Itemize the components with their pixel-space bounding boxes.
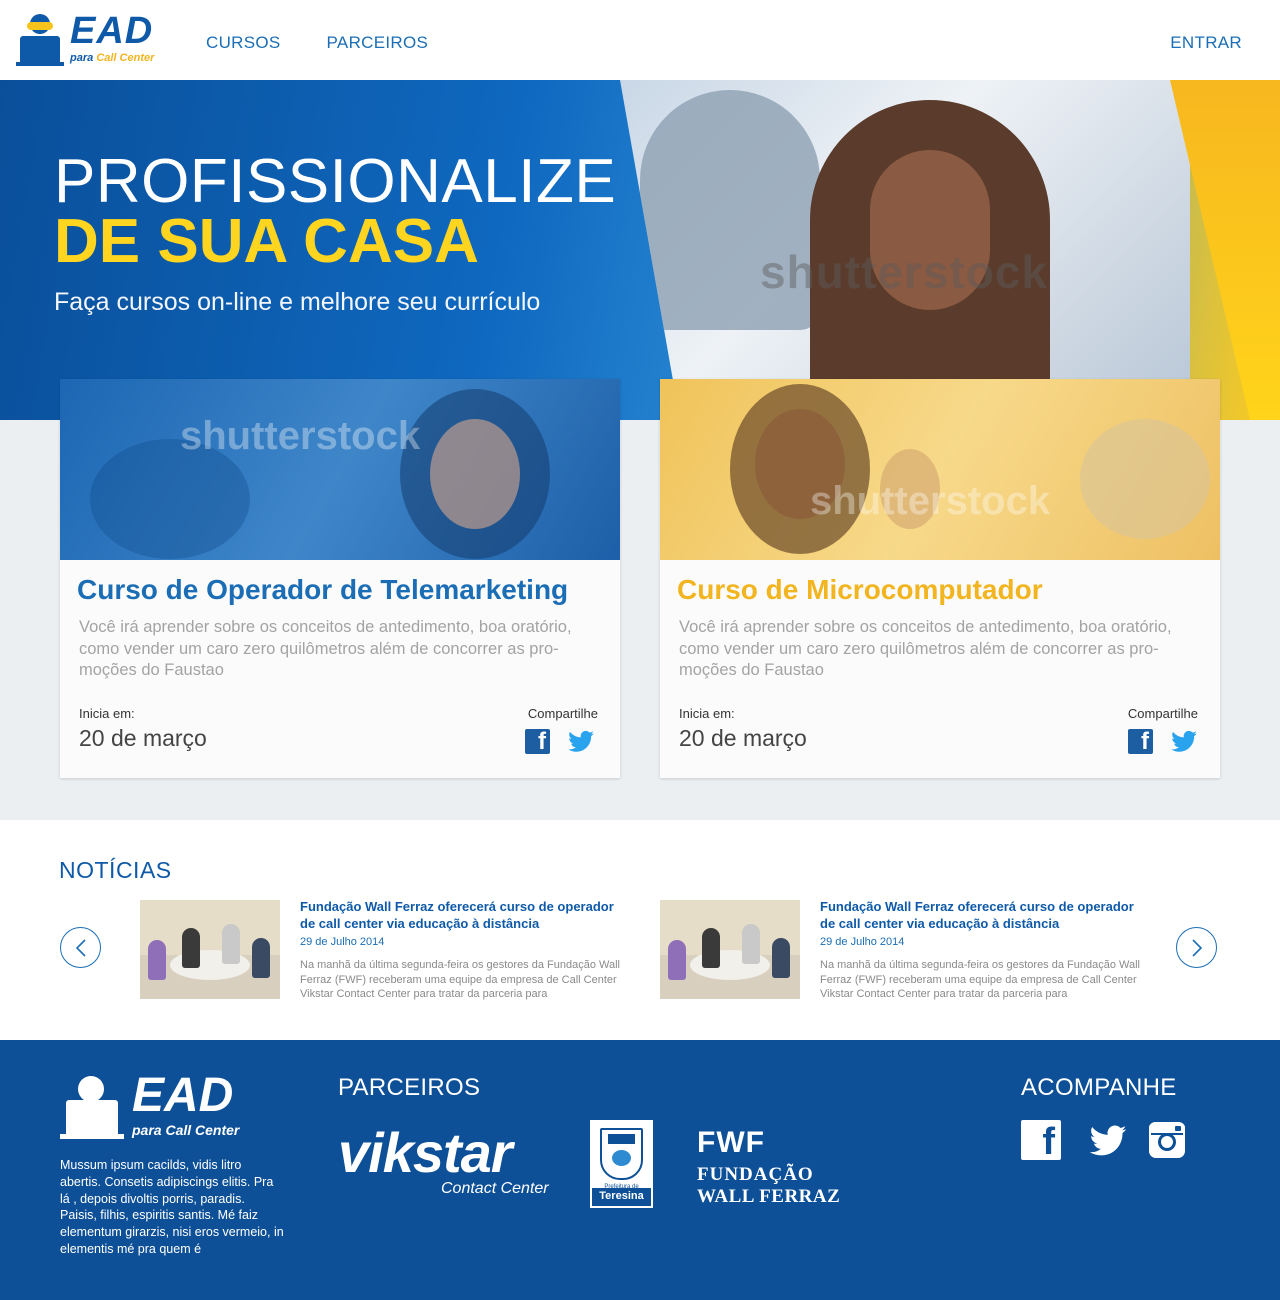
site-footer: EAD para Call Center Mussum ipsum cacild… [0, 1040, 1280, 1300]
course-description: Você irá aprender sobre os conceitos de … [679, 618, 1172, 679]
news-summary: Na manhã da última segunda-feira os gest… [300, 959, 620, 1000]
course-title[interactable]: Curso de Microcomputador [677, 574, 1043, 606]
fwf-logo[interactable]: FWF FUNDAÇÃO WALL FERRAZ [697, 1126, 857, 1216]
twitter-share-icon[interactable] [566, 727, 596, 755]
site-header: EAD para Call Center CURSOS PARCEIROS EN… [0, 0, 1280, 80]
partners-heading: PARCEIROS [338, 1074, 481, 1101]
chevron-right-icon [1192, 939, 1203, 957]
main-nav: CURSOS PARCEIROS [206, 33, 428, 53]
news-headline[interactable]: Fundação Wall Ferraz oferecerá curso de … [300, 898, 630, 932]
facebook-share-icon[interactable]: f [1128, 728, 1153, 755]
hero-photo: shutterstock [620, 80, 1190, 420]
course-image: shutterstock [60, 379, 620, 560]
news-next-button[interactable] [1176, 927, 1217, 968]
logo-subtitle: para Call Center [70, 52, 155, 64]
news-section-title: NOTÍCIAS [59, 857, 172, 883]
footer-logo[interactable]: EAD para Call Center [60, 1069, 260, 1142]
news-prev-button[interactable] [60, 927, 101, 968]
operator-icon [16, 14, 64, 66]
footer-logo-subtitle: para Call Center [132, 1122, 240, 1138]
login-link[interactable]: ENTRAR [1170, 33, 1242, 53]
course-description: Você irá aprender sobre os conceitos de … [79, 618, 572, 679]
news-thumbnail [660, 900, 800, 999]
hero-title-line2: DE SUA CASA [54, 207, 479, 276]
instagram-icon[interactable] [1147, 1120, 1187, 1160]
chevron-left-icon [75, 939, 86, 957]
ead-logo[interactable]: EAD para Call Center [16, 10, 156, 68]
twitter-share-icon[interactable] [1169, 727, 1199, 755]
news-item[interactable]: Fundação Wall Ferraz oferecerá curso de … [140, 898, 640, 1000]
twitter-icon[interactable] [1087, 1120, 1129, 1160]
start-date: 20 de março [679, 725, 807, 751]
follow-heading: ACOMPANHE [1021, 1074, 1177, 1101]
start-label: Inicia em: [79, 706, 135, 721]
facebook-icon[interactable]: f [1021, 1120, 1061, 1163]
logo-title: EAD [70, 10, 154, 52]
start-label: Inicia em: [679, 706, 735, 721]
teresina-logo[interactable]: Prefeitura de Teresina [590, 1120, 653, 1208]
watermark: shutterstock [180, 414, 421, 458]
news-headline[interactable]: Fundação Wall Ferraz oferecerá curso de … [820, 898, 1150, 932]
course-title[interactable]: Curso de Operador de Telemarketing [77, 574, 568, 606]
coat-of-arms-icon [600, 1128, 643, 1180]
watermark: shutterstock [810, 479, 1051, 523]
footer-logo-title: EAD [132, 1069, 234, 1122]
news-summary: Na manhã da última segunda-feira os gest… [820, 959, 1140, 1000]
news-thumbnail [140, 900, 280, 999]
nav-cursos[interactable]: CURSOS [206, 33, 281, 53]
news-item[interactable]: Fundação Wall Ferraz oferecerá curso de … [660, 898, 1160, 1000]
share-label: Compartilhe [1127, 706, 1198, 721]
hero-banner: shutterstock PROFISSIONALIZE DE SUA CASA… [0, 80, 1280, 420]
start-date: 20 de março [79, 725, 207, 751]
hero-tagline: Faça cursos on-line e melhore seu curríc… [54, 288, 541, 316]
vikstar-logo[interactable]: vikstar Contact Center [338, 1120, 558, 1200]
footer-about-text: Mussum ipsum cacilds, vidis litro aberti… [60, 1158, 284, 1256]
news-date: 29 de Julho 2014 [300, 936, 385, 948]
nav-parceiros[interactable]: PARCEIROS [327, 33, 429, 53]
news-date: 29 de Julho 2014 [820, 936, 905, 948]
watermark: shutterstock [760, 246, 1049, 298]
facebook-share-icon[interactable]: f [525, 728, 550, 755]
course-card[interactable]: shutterstock Curso de Microcomputador Vo… [660, 379, 1220, 778]
share-label: Compartilhe [527, 706, 598, 721]
course-image: shutterstock [660, 379, 1220, 560]
course-card[interactable]: shutterstock Curso de Operador de Telema… [60, 379, 620, 778]
